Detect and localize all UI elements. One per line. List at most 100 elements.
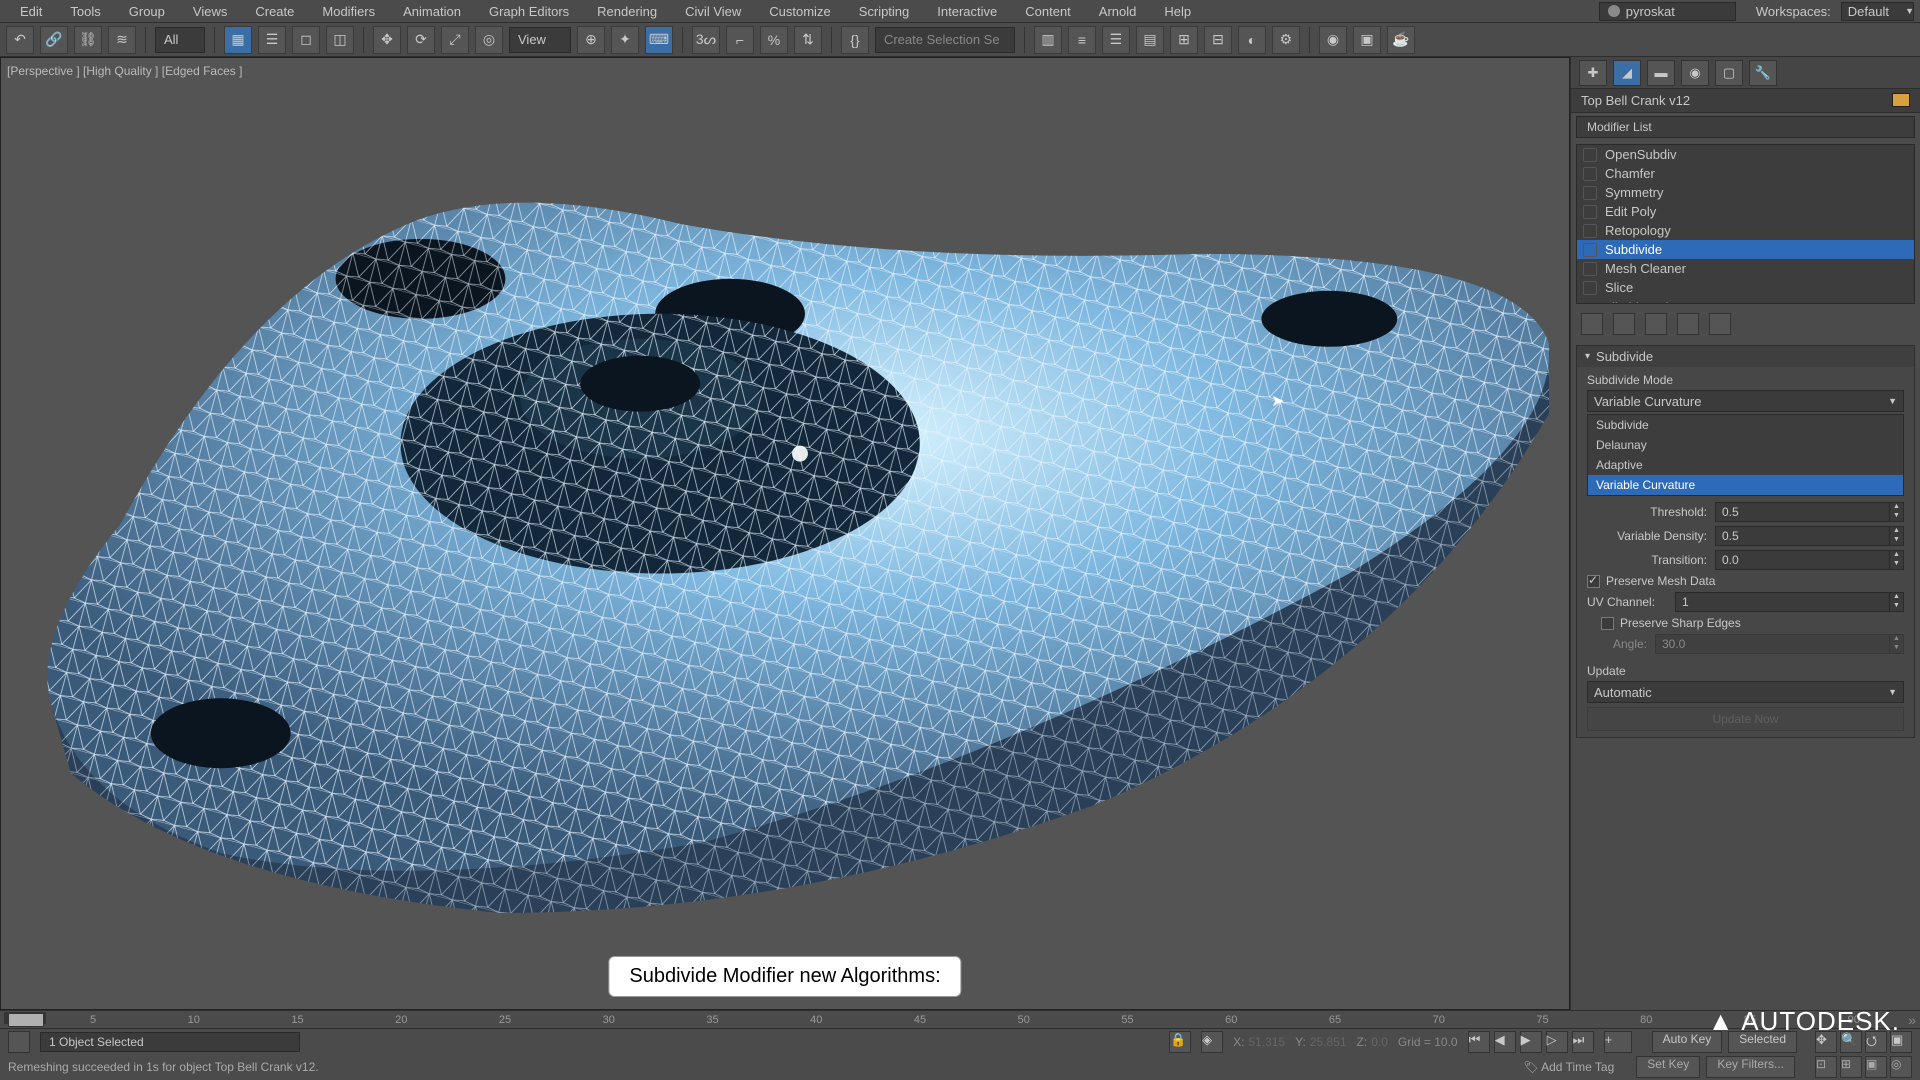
timeline-caret-icon[interactable]: » <box>1908 1012 1916 1028</box>
bind-icon[interactable]: ≋ <box>108 26 136 54</box>
edit-named-sel-icon[interactable]: {} <box>841 26 869 54</box>
menu-create[interactable]: Create <box>241 2 308 21</box>
show-end-result-icon[interactable] <box>1613 313 1635 335</box>
update-mode-dropdown[interactable]: Automatic ▼ <box>1587 681 1904 703</box>
subdivide-mode-dropdown[interactable]: Variable Curvature ▼ <box>1587 390 1904 412</box>
menu-interactive[interactable]: Interactive <box>923 2 1011 21</box>
mode-option-adaptive[interactable]: Adaptive <box>1588 455 1903 475</box>
next-frame-icon[interactable]: ▷ <box>1546 1031 1568 1053</box>
placement-icon[interactable]: ◎ <box>475 26 503 54</box>
zoom-extents-icon[interactable]: ⊡ <box>1815 1056 1837 1078</box>
user-account-dropdown[interactable]: pyroskat ▼ <box>1599 2 1736 21</box>
object-color-swatch[interactable] <box>1892 93 1910 107</box>
transition-spinner[interactable]: 0.0▲▼ <box>1715 550 1904 570</box>
ref-coord-dropdown[interactable]: View <box>509 27 571 53</box>
angle-snap-icon[interactable]: ⌐ <box>726 26 754 54</box>
select-region-rect-icon[interactable]: ◻ <box>292 26 320 54</box>
menu-arnold[interactable]: Arnold <box>1085 2 1151 21</box>
modifier-retopology[interactable]: Retopology <box>1577 221 1914 240</box>
mode-option-variable-curvature[interactable]: Variable Curvature <box>1588 475 1903 495</box>
preserve-edges-checkbox[interactable]: Preserve Sharp Edges <box>1601 616 1904 630</box>
configure-sets-icon[interactable] <box>1709 313 1731 335</box>
mode-option-delaunay[interactable]: Delaunay <box>1588 435 1903 455</box>
tab-motion-icon[interactable]: ◉ <box>1681 60 1709 86</box>
ribbon-icon[interactable]: ▤ <box>1136 26 1164 54</box>
pin-stack-icon[interactable] <box>1581 313 1603 335</box>
maxscript-icon[interactable] <box>8 1031 30 1053</box>
menu-edit[interactable]: Edit <box>6 2 56 21</box>
menu-animation[interactable]: Animation <box>389 2 475 21</box>
menu-help[interactable]: Help <box>1150 2 1205 21</box>
menu-scripting[interactable]: Scripting <box>845 2 924 21</box>
tab-display-icon[interactable]: ▢ <box>1715 60 1743 86</box>
undo-icon[interactable]: ↶ <box>6 26 34 54</box>
modifier-symmetry[interactable]: Symmetry <box>1577 183 1914 202</box>
max-viewport-icon[interactable]: ▣ <box>1865 1056 1887 1078</box>
select-object-icon[interactable]: ▦ <box>224 26 252 54</box>
menu-rendering[interactable]: Rendering <box>583 2 671 21</box>
tab-modify-icon[interactable]: ◢ <box>1613 60 1641 86</box>
prev-frame-icon[interactable]: ◀ <box>1494 1031 1516 1053</box>
align-icon[interactable]: ≡ <box>1068 26 1096 54</box>
add-time-tag[interactable]: 🏷 Add Time Tag <box>1523 1060 1614 1074</box>
snap-toggle-icon[interactable]: 3ᔕ <box>692 26 720 54</box>
zoom-all-icon[interactable]: ⊞ <box>1840 1056 1862 1078</box>
workspace-dropdown[interactable]: Default <box>1841 2 1914 21</box>
timeline[interactable]: 0 / 100 51015202530354045505560657075808… <box>0 1010 1920 1028</box>
menu-content[interactable]: Content <box>1011 2 1085 21</box>
set-key-big-icon[interactable]: + <box>1604 1031 1632 1053</box>
set-key-button[interactable]: Set Key <box>1636 1056 1700 1078</box>
object-name-field[interactable]: Top Bell Crank v12 <box>1571 89 1920 113</box>
modifier-list-dropdown[interactable]: Modifier List <box>1576 116 1915 138</box>
menu-customize[interactable]: Customize <box>755 2 844 21</box>
render-setup-icon[interactable]: ⚙ <box>1272 26 1300 54</box>
tab-hierarchy-icon[interactable]: ▬ <box>1647 60 1675 86</box>
make-unique-icon[interactable] <box>1645 313 1667 335</box>
spinner-snap-icon[interactable]: ⇅ <box>794 26 822 54</box>
modifier-opensubdiv[interactable]: OpenSubdiv <box>1577 145 1914 164</box>
play-icon[interactable]: ▶ <box>1520 1031 1542 1053</box>
modifier-chamfer[interactable]: Chamfer <box>1577 164 1914 183</box>
menu-tools[interactable]: Tools <box>56 2 114 21</box>
material-editor-icon[interactable]: ◐ <box>1238 26 1266 54</box>
goto-end-icon[interactable]: ⏭ <box>1572 1031 1594 1053</box>
modifier-slice[interactable]: Slice <box>1577 278 1914 297</box>
mode-option-subdivide[interactable]: Subdivide <box>1588 415 1903 435</box>
lock-selection-icon[interactable]: 🔒 <box>1169 1031 1191 1053</box>
move-icon[interactable]: ✥ <box>373 26 401 54</box>
render-teapot-icon[interactable]: ☕ <box>1387 26 1415 54</box>
menu-civil-view[interactable]: Civil View <box>671 2 755 21</box>
window-crossing-icon[interactable]: ◫ <box>326 26 354 54</box>
rollout-header[interactable]: ▾ Subdivide <box>1577 346 1914 367</box>
pivot-icon[interactable]: ⊕ <box>577 26 605 54</box>
modifier-subdivide[interactable]: Subdivide <box>1577 240 1914 259</box>
rotate-icon[interactable]: ⟳ <box>407 26 435 54</box>
curve-editor-icon[interactable]: ⊞ <box>1170 26 1198 54</box>
render-settings-icon[interactable]: ▣ <box>1353 26 1381 54</box>
named-selection-input[interactable]: Create Selection Se <box>875 27 1015 53</box>
schematic-icon[interactable]: ⊟ <box>1204 26 1232 54</box>
menu-views[interactable]: Views <box>179 2 241 21</box>
manipulate-icon[interactable]: ✦ <box>611 26 639 54</box>
keyboard-shortcut-icon[interactable]: ⌨ <box>645 26 673 54</box>
tab-utilities-icon[interactable]: 🔧 <box>1749 60 1777 86</box>
menu-group[interactable]: Group <box>115 2 179 21</box>
threshold-spinner[interactable]: 0.5▲▼ <box>1715 502 1904 522</box>
mirror-icon[interactable]: ▥ <box>1034 26 1062 54</box>
isolate-icon[interactable]: ◈ <box>1201 1031 1223 1053</box>
key-filters-button[interactable]: Key Filters... <box>1706 1056 1795 1078</box>
menu-graph-editors[interactable]: Graph Editors <box>475 2 583 21</box>
render-frame-icon[interactable]: ◉ <box>1319 26 1347 54</box>
percent-snap-icon[interactable]: % <box>760 26 788 54</box>
scale-icon[interactable]: ⤢ <box>441 26 469 54</box>
preserve-mesh-checkbox[interactable]: Preserve Mesh Data <box>1587 574 1904 588</box>
modifier-editable-poly[interactable]: ▸Editable Poly <box>1577 297 1914 304</box>
nav-icon[interactable]: ◎ <box>1890 1056 1912 1078</box>
viewport[interactable]: [Perspective ] [High Quality ] [Edged Fa… <box>0 57 1570 1010</box>
modifier-mesh-cleaner[interactable]: Mesh Cleaner <box>1577 259 1914 278</box>
menu-modifiers[interactable]: Modifiers <box>308 2 389 21</box>
select-by-name-icon[interactable]: ☰ <box>258 26 286 54</box>
modifier-edit-poly[interactable]: Edit Poly <box>1577 202 1914 221</box>
uv-channel-spinner[interactable]: 1▲▼ <box>1675 592 1904 612</box>
density-spinner[interactable]: 0.5▲▼ <box>1715 526 1904 546</box>
